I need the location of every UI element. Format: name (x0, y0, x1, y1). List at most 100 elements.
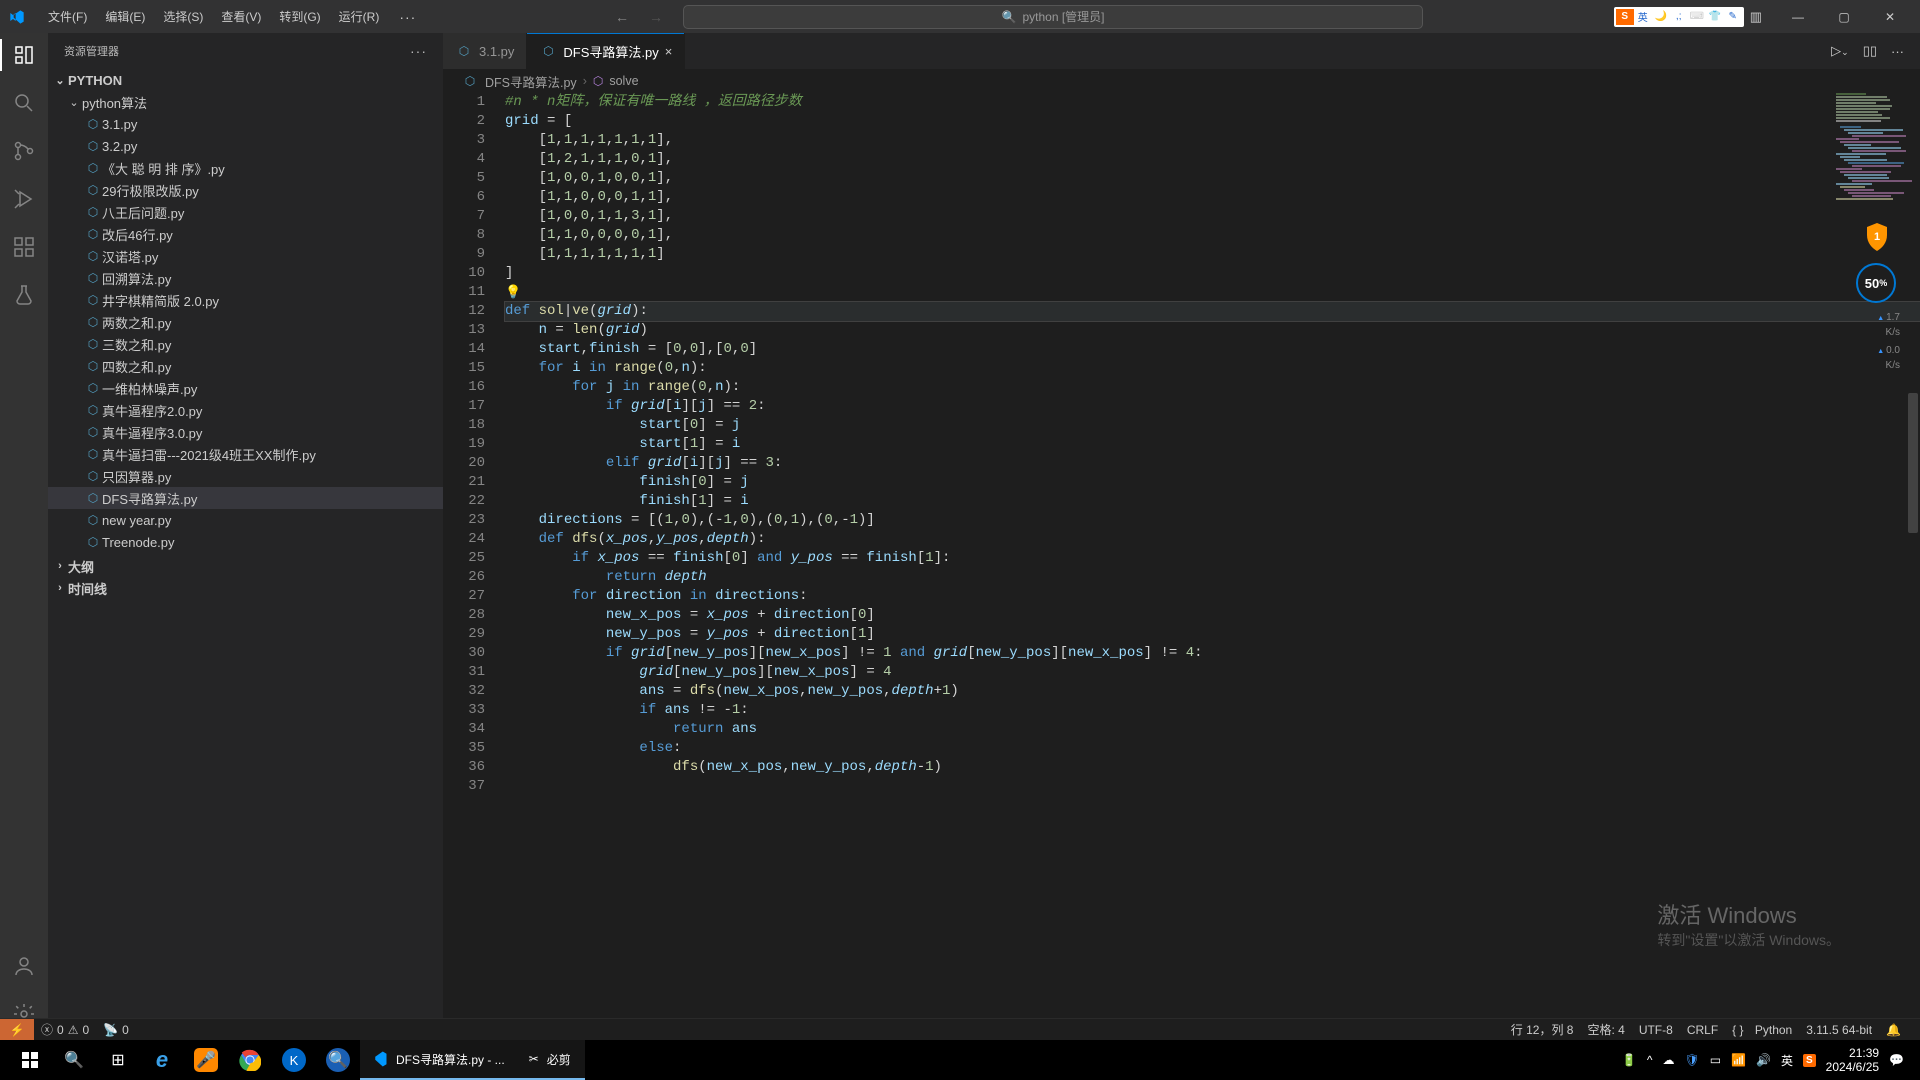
file-row[interactable]: ⬡井字棋精简版 2.0.py (48, 289, 443, 311)
menu-item[interactable]: 查看(V) (213, 5, 269, 28)
python-file-icon: ⬡ (84, 425, 102, 439)
menu-item[interactable]: 转到(G) (271, 5, 328, 28)
run-icon[interactable]: ▷⌄ (1831, 43, 1849, 59)
file-row[interactable]: ⬡29行极限改版.py (48, 179, 443, 201)
python-file-icon: ⬡ (461, 74, 479, 88)
layout-toggle-icon[interactable]: ▥ (1750, 9, 1762, 25)
outline-section[interactable]: › 大纲 (48, 555, 443, 577)
problems-indicator[interactable]: ⓧ 0 ⚠ 0 (34, 1021, 96, 1038)
file-row[interactable]: ⬡一维柏林噪声.py (48, 377, 443, 399)
command-center-search[interactable]: 🔍 python [管理员] (683, 5, 1423, 29)
close-icon[interactable]: × (665, 44, 673, 59)
wifi-icon[interactable]: 📶 (1731, 1053, 1746, 1067)
file-row[interactable]: ⬡改后46行.py (48, 223, 443, 245)
workspace-root[interactable]: ⌄ PYTHON (48, 69, 443, 91)
file-row[interactable]: ⬡回溯算法.py (48, 267, 443, 289)
maximize-button[interactable]: ▢ (1822, 2, 1866, 32)
encoding[interactable]: UTF-8 (1632, 1023, 1680, 1037)
nav-back-icon[interactable]: ← (615, 9, 629, 25)
search-activity-icon[interactable] (10, 89, 38, 117)
ie-icon[interactable]: e (140, 1040, 184, 1080)
menu-item[interactable]: 运行(R) (331, 5, 388, 28)
app-icon-blue[interactable]: K (272, 1040, 316, 1080)
vscode-taskbar[interactable]: DFS寻路算法.py - ... (360, 1040, 515, 1080)
python-file-icon: ⬡ (84, 337, 102, 351)
bijian-taskbar[interactable]: ✂必剪 (515, 1040, 585, 1080)
eol[interactable]: CRLF (1680, 1023, 1725, 1037)
menu-item[interactable]: 文件(F) (40, 5, 95, 28)
system-tray[interactable]: 🔋 ^ ☁ 🛡 ▭ 📶 🔊 英 S 21:392024/6/25 💬 (1622, 1046, 1912, 1074)
tabs-bar: ⬡ 3.1.py ⬡ DFS寻路算法.py × ▷⌄ ▯▯ ··· (443, 33, 1920, 69)
file-row[interactable]: ⬡八王后问题.py (48, 201, 443, 223)
timeline-section[interactable]: › 时间线 (48, 577, 443, 599)
testing-icon[interactable] (10, 281, 38, 309)
file-row[interactable]: ⬡四数之和.py (48, 355, 443, 377)
battery-icon[interactable]: 🔋 (1622, 1053, 1637, 1067)
shield-badge-icon[interactable]: 1 (1864, 223, 1890, 251)
menu-item[interactable]: 选择(S) (155, 5, 211, 28)
code-content[interactable]: #n * n矩阵，保证有唯一路线 ，返回路径步数grid = [ [1,1,1,… (505, 93, 1920, 1040)
folder-row[interactable]: ⌄ python算法 (48, 91, 443, 113)
indentation[interactable]: 空格: 4 (1580, 1021, 1631, 1038)
explorer-icon[interactable] (10, 41, 38, 69)
minimize-button[interactable]: — (1776, 2, 1820, 32)
file-row[interactable]: ⬡三数之和.py (48, 333, 443, 355)
volume-icon[interactable]: 🔊 (1756, 1053, 1771, 1067)
file-row[interactable]: ⬡3.2.py (48, 135, 443, 157)
onedrive-icon[interactable]: ☁ (1662, 1053, 1674, 1067)
extensions-icon[interactable] (10, 233, 38, 261)
file-row[interactable]: ⬡只因算器.py (48, 465, 443, 487)
file-row[interactable]: ⬡3.1.py (48, 113, 443, 135)
app-icon-magnifier[interactable]: 🔍 (316, 1040, 360, 1080)
tab-active[interactable]: ⬡ DFS寻路算法.py × (527, 33, 685, 69)
python-file-icon: ⬡ (84, 271, 102, 285)
task-view-icon[interactable]: ⊞ (96, 1040, 140, 1080)
menu-overflow-icon[interactable]: ··· (391, 6, 424, 28)
python-version[interactable]: 3.11.5 64-bit (1799, 1023, 1879, 1037)
file-row[interactable]: ⬡真牛逼程序3.0.py (48, 421, 443, 443)
sogou-tray-icon[interactable]: S (1803, 1054, 1816, 1067)
remote-indicator[interactable]: ⚡ (0, 1019, 34, 1041)
python-file-icon: ⬡ (539, 44, 557, 58)
file-row[interactable]: ⬡汉诺塔.py (48, 245, 443, 267)
speed-stats: 1.7K/s 0.0K/s (1877, 311, 1900, 373)
file-row[interactable]: ⬡两数之和.py (48, 311, 443, 333)
file-row[interactable]: ⬡Treenode.py (48, 531, 443, 553)
account-icon[interactable] (10, 952, 38, 980)
cursor-position[interactable]: 行 12，列 8 (1504, 1021, 1581, 1038)
taskbar-clock[interactable]: 21:392024/6/25 (1826, 1046, 1879, 1074)
app-icon-orange[interactable]: 🎤 (184, 1040, 228, 1080)
tray-chevron-up-icon[interactable]: ^ (1647, 1053, 1653, 1067)
security-icon[interactable]: 🛡 (1684, 1053, 1699, 1067)
speed-gauge[interactable]: 50% (1856, 263, 1896, 303)
ime-indicator[interactable]: 英 (1781, 1052, 1793, 1069)
file-row[interactable]: ⬡真牛逼程序2.0.py (48, 399, 443, 421)
notifications-icon[interactable]: 🔔 (1879, 1023, 1908, 1037)
editor-body[interactable]: 1234567891011121314151617181920212223242… (443, 93, 1920, 1040)
tab-more-icon[interactable]: ··· (1891, 44, 1904, 59)
split-editor-icon[interactable]: ▯▯ (1863, 43, 1877, 59)
start-button[interactable] (8, 1040, 52, 1080)
taskbar-search-icon[interactable]: 🔍 (52, 1040, 96, 1080)
ports-indicator[interactable]: 📡 0 (96, 1023, 136, 1037)
windows-taskbar: 🔍 ⊞ e 🎤 K 🔍 DFS寻路算法.py - ... ✂必剪 🔋 ^ ☁ 🛡… (0, 1040, 1920, 1080)
file-row[interactable]: ⬡《大 聪 明 排 序》.py (48, 157, 443, 179)
close-button[interactable]: ✕ (1868, 2, 1912, 32)
nav-forward-icon[interactable]: → (649, 9, 663, 25)
scm-icon[interactable] (10, 137, 38, 165)
file-row[interactable]: ⬡new year.py (48, 509, 443, 531)
bluetooth-icon[interactable]: ▭ (1710, 1053, 1721, 1067)
sidebar-more-icon[interactable]: ··· (410, 43, 427, 59)
notification-center-icon[interactable]: 💬 (1889, 1053, 1904, 1067)
ime-panel[interactable]: S 英 🌙 ,; ⌨ 👕 ✎ (1614, 7, 1744, 27)
file-row[interactable]: ⬡真牛逼扫雷---2021级4班王XX制作.py (48, 443, 443, 465)
breadcrumb[interactable]: ⬡ DFS寻路算法.py › ⬡ solve (443, 69, 1920, 93)
language-mode[interactable]: { } Python (1725, 1023, 1799, 1037)
python-file-icon: ⬡ (84, 205, 102, 219)
vertical-scrollbar[interactable] (1906, 93, 1920, 1040)
chrome-icon[interactable] (228, 1040, 272, 1080)
file-row[interactable]: ⬡DFS寻路算法.py (48, 487, 443, 509)
debug-icon[interactable] (10, 185, 38, 213)
menu-item[interactable]: 编辑(E) (97, 5, 153, 28)
tab-inactive[interactable]: ⬡ 3.1.py (443, 33, 527, 69)
